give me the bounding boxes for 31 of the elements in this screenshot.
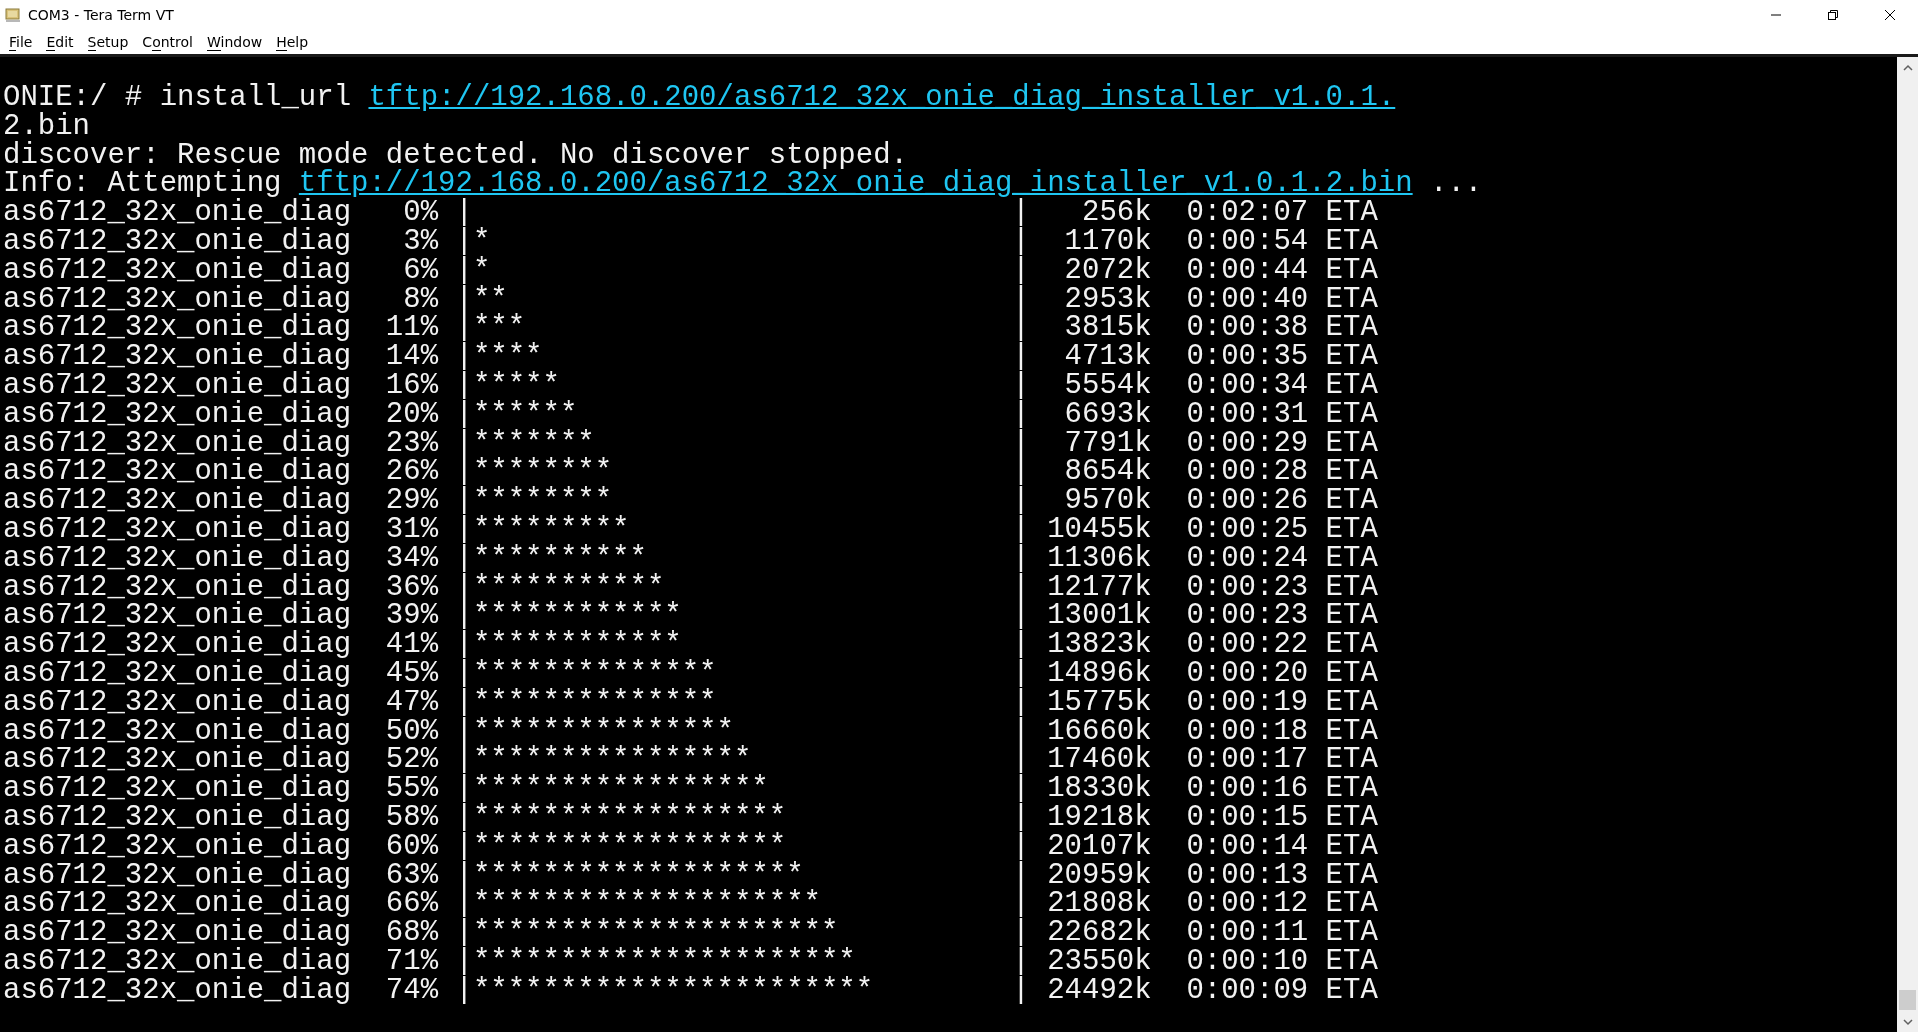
window-title: COM3 - Tera Term VT (28, 7, 175, 23)
menu-item[interactable]: Window (199, 34, 270, 50)
menu-item[interactable]: File (2, 34, 40, 50)
terminal-line: as6712_32x_onie_diag 55% |***************** | 18330k 0:00:16 ETA (3, 775, 1378, 804)
menu-item[interactable]: Edit (39, 34, 81, 50)
terminal-line: as6712_32x_onie_diag 47% |************** | 15775k 0:00:19 ETA (3, 688, 1378, 718)
terminal-line: as6712_32x_onie_diag 74% |*********************** | 24492k 0:00:09 ETA (3, 976, 1378, 1006)
chevron-up-icon (1902, 63, 1913, 71)
app-icon (5, 7, 21, 23)
terminal-line: as6712_32x_onie_diag 41% |************ | 13823k 0:00:22 ETA (3, 631, 1378, 660)
terminal-line: 2.bin (3, 112, 90, 142)
url-link[interactable]: tftp://192.168.0.200/as6712_32x_onie_diag_installer_v1.0.1. (368, 81, 1396, 114)
terminal-line: as6712_32x_onie_diag 45% |************** | 14896k 0:00:20 ETA (3, 659, 1378, 689)
restore-icon (1826, 9, 1839, 21)
terminal-line: as6712_32x_onie_diag 29% |******** | 9570k 0:00:26 ETA (3, 487, 1378, 516)
menu-item[interactable]: Control (135, 34, 200, 50)
terminal-line: as6712_32x_onie_diag 20% |****** | 6693k 0:00:31 ETA (3, 400, 1378, 430)
close-icon (1883, 9, 1896, 21)
terminal-line: as6712_32x_onie_diag 3% |* | 1170k 0:00:54 ETA (3, 228, 1378, 257)
terminal-line: as6712_32x_onie_diag 31% |********* | 10455k 0:00:25 ETA (3, 515, 1378, 545)
scrollbar-thumb[interactable] (1899, 990, 1916, 1010)
terminal-line: as6712_32x_onie_diag 68% |********************* | 22682k 0:00:11 ETA (3, 919, 1378, 948)
chevron-down-icon (1902, 1018, 1913, 1026)
terminal-line: as6712_32x_onie_diag 14% |**** | 4713k 0:00:35 ETA (3, 343, 1378, 372)
terminal-line: as6712_32x_onie_diag 71% |********************** | 23550k 0:00:10 ETA (3, 947, 1378, 977)
menu-item[interactable]: Setup (80, 34, 136, 50)
terminal-line: as6712_32x_onie_diag 58% |****************** | 19218k 0:00:15 ETA (3, 803, 1378, 833)
terminal-line: as6712_32x_onie_diag 16% |***** | 5554k 0:00:34 ETA (3, 371, 1378, 401)
menu-item[interactable]: Help (269, 34, 316, 50)
terminal-line: as6712_32x_onie_diag 0% | | 256k 0:02:07 ETA (3, 199, 1378, 228)
terminal-line: ONIE:/ # install_url tftp://192.168.0.200/as6712_32x_onie_diag_installer_v1.0.1. (3, 84, 1396, 113)
